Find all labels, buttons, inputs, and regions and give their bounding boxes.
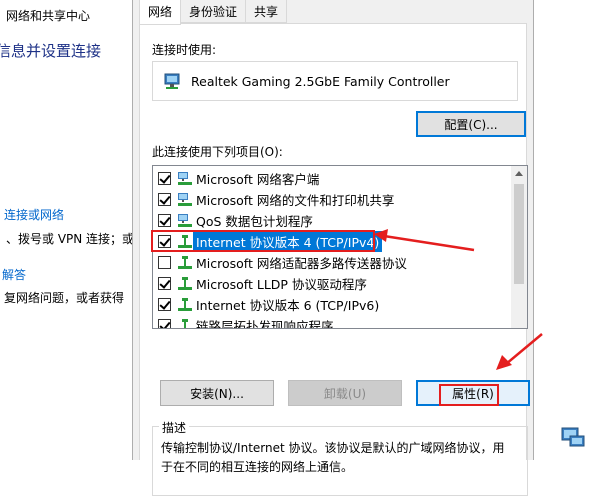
- new-connection-link[interactable]: 连接或网络: [4, 206, 64, 223]
- ethernet-properties-dialog: 网络 身份验证 共享 连接时使用: Realtek Gaming 2.5GbE …: [132, 0, 534, 496]
- checkbox[interactable]: [158, 256, 171, 269]
- items-label: 此连接使用下列项目(O):: [152, 145, 283, 159]
- desktop-strip: [535, 0, 600, 460]
- components-list[interactable]: Microsoft 网络客户端 Microsoft 网络的文件和打印机共享 Qo…: [152, 165, 528, 329]
- uninstall-button[interactable]: 卸载(U): [288, 380, 402, 406]
- adapter-box: Realtek Gaming 2.5GbE Family Controller: [152, 61, 518, 101]
- list-scrollbar[interactable]: [511, 166, 527, 328]
- connect-using-label: 连接时使用:: [152, 43, 217, 57]
- tab-network[interactable]: 网络: [139, 0, 182, 25]
- protocol-icon: [178, 297, 192, 311]
- item-label: Microsoft LLDP 协议驱动程序: [196, 277, 367, 292]
- item-label: Microsoft 网络的文件和打印机共享: [196, 193, 395, 208]
- tab-sharing[interactable]: 共享: [245, 0, 288, 23]
- item-label: Microsoft 网络客户端: [196, 172, 320, 187]
- checkbox[interactable]: [158, 319, 171, 328]
- item-label: QoS 数据包计划程序: [196, 214, 313, 229]
- network-adapter-icon: [163, 73, 183, 94]
- list-item[interactable]: Microsoft 网络客户端: [153, 168, 513, 189]
- properties-annotation-box: [439, 384, 499, 406]
- list-item-ipv4[interactable]: Internet 协议版本 4 (TCP/IPv4): [153, 231, 513, 252]
- configure-button[interactable]: 配置(C)...: [416, 111, 526, 137]
- checkbox[interactable]: [158, 214, 171, 227]
- item-label: Microsoft 网络适配器多路传送器协议: [196, 256, 407, 271]
- protocol-icon: [178, 255, 192, 269]
- scroll-up-arrow-icon[interactable]: [515, 171, 523, 176]
- network-tab-panel: 连接时使用: Realtek Gaming 2.5GbE Family Cont…: [139, 23, 530, 496]
- description-group: 描述 传输控制协议/Internet 协议。该协议是默认的广域网络协议，用于在不…: [152, 419, 528, 496]
- checkbox[interactable]: [158, 235, 171, 248]
- new-connection-description: 、拨号或 VPN 连接；或: [6, 232, 135, 246]
- checkbox[interactable]: [158, 193, 171, 206]
- list-item[interactable]: Microsoft 网络的文件和打印机共享: [153, 189, 513, 210]
- tab-strip: 网络 身份验证 共享: [139, 0, 288, 25]
- description-group-title: 描述: [159, 419, 190, 436]
- protocol-icon: [178, 234, 192, 248]
- network-client-icon: [178, 171, 192, 185]
- list-item[interactable]: Microsoft LLDP 协议驱动程序: [153, 273, 513, 294]
- checkbox[interactable]: [158, 172, 171, 185]
- network-sharing-center-window: 网络和共享中心 信息并设置连接 连接或网络 、拨号或 VPN 连接；或 解答 复…: [0, 0, 140, 460]
- item-label: Internet 协议版本 6 (TCP/IPv6): [196, 298, 380, 313]
- list-item[interactable]: 链路层拓扑发现响应程序: [153, 315, 513, 329]
- qos-icon: [178, 213, 192, 227]
- item-label: Internet 协议版本 4 (TCP/IPv4): [193, 231, 383, 252]
- protocol-icon: [182, 318, 188, 328]
- list-item[interactable]: Internet 协议版本 6 (TCP/IPv6): [153, 294, 513, 315]
- scroll-thumb[interactable]: [514, 184, 524, 284]
- list-item[interactable]: QoS 数据包计划程序: [153, 210, 513, 231]
- checkbox[interactable]: [158, 277, 171, 290]
- protocol-icon: [178, 276, 192, 290]
- item-label: 链路层拓扑发现响应程序: [196, 319, 334, 329]
- page-heading: 信息并设置连接: [0, 42, 102, 60]
- description-text: 传输控制协议/Internet 协议。该协议是默认的广域网络协议，用于在不同的相…: [161, 441, 505, 474]
- window-title: 网络和共享中心: [6, 9, 91, 23]
- network-tray-icon: [561, 427, 585, 447]
- file-printer-sharing-icon: [178, 192, 192, 206]
- checkbox[interactable]: [158, 298, 171, 311]
- list-item[interactable]: Microsoft 网络适配器多路传送器协议: [153, 252, 513, 273]
- install-button[interactable]: 安装(N)...: [160, 380, 274, 406]
- tab-authentication[interactable]: 身份验证: [180, 0, 247, 23]
- troubleshoot-link[interactable]: 解答: [2, 266, 26, 283]
- troubleshoot-description: 复网络问题，或者获得: [4, 291, 125, 305]
- adapter-name: Realtek Gaming 2.5GbE Family Controller: [191, 74, 450, 89]
